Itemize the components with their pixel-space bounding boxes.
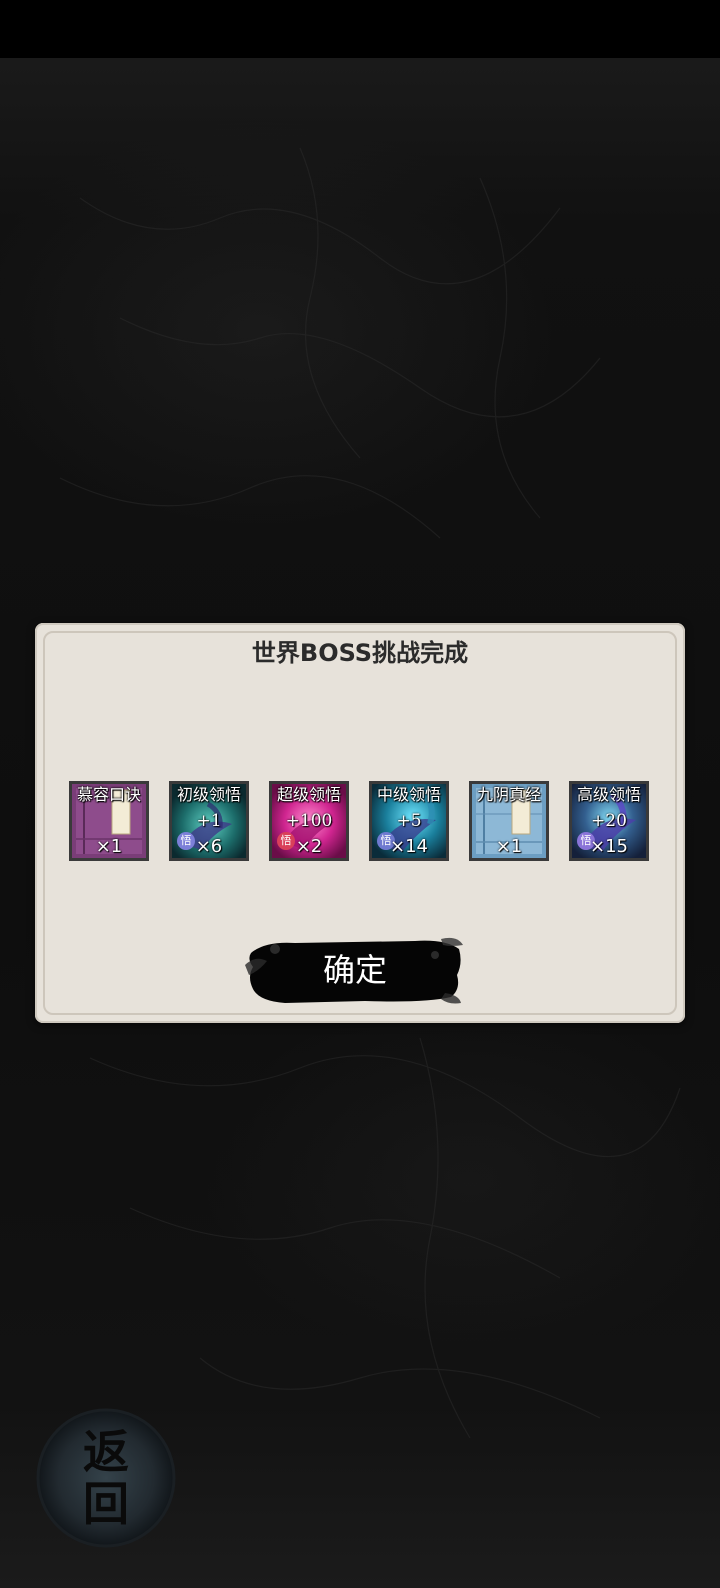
reward-name: 超级领悟 <box>276 785 341 804</box>
status-bar <box>0 0 720 58</box>
reward-item[interactable]: 慕容口诀 ×1 <box>69 781 149 861</box>
reward-count: ×1 <box>95 836 123 857</box>
reward-list: 慕容口诀 ×1 悟 初级领悟 +1 ×6 悟 超级领悟 +100 ×2 悟 中级… <box>69 781 659 863</box>
reward-name: 初级领悟 <box>176 785 241 804</box>
reward-count: ×2 <box>295 836 323 857</box>
reward-bonus: +100 <box>285 811 333 831</box>
reward-count: ×6 <box>195 836 223 857</box>
reward-bonus: +1 <box>196 811 222 831</box>
reward-count: ×14 <box>390 836 428 857</box>
reward-name: 慕容口诀 <box>76 785 141 804</box>
back-label-line2: 回 <box>83 1477 129 1531</box>
reward-name: 中级领悟 <box>376 785 441 804</box>
reward-dialog: 世界BOSS挑战完成 慕容口诀 ×1 悟 初级领悟 +1 ×6 悟 超级领悟 +… <box>35 623 685 1023</box>
reward-item[interactable]: 悟 高级领悟 +20 ×15 <box>569 781 649 861</box>
reward-item[interactable]: 悟 超级领悟 +100 ×2 <box>269 781 349 861</box>
reward-bonus: +5 <box>396 811 422 831</box>
back-button[interactable]: 返 回 <box>36 1408 176 1548</box>
game-screen: 世界BOSS挑战完成 慕容口诀 ×1 悟 初级领悟 +1 ×6 悟 超级领悟 +… <box>0 0 720 1588</box>
confirm-button[interactable]: 确定 <box>245 935 465 1005</box>
confirm-label: 确定 <box>322 951 387 989</box>
dialog-title: 世界BOSS挑战完成 <box>251 639 469 667</box>
reward-name: 九阴真经 <box>476 785 541 804</box>
back-label: 返 回 <box>36 1426 176 1530</box>
reward-count: ×1 <box>495 836 523 857</box>
reward-name: 高级领悟 <box>576 785 641 804</box>
reward-item[interactable]: 悟 中级领悟 +5 ×14 <box>369 781 449 861</box>
back-label-line1: 返 <box>83 1425 129 1479</box>
reward-item[interactable]: 悟 初级领悟 +1 ×6 <box>169 781 249 861</box>
reward-bonus: +20 <box>591 811 627 831</box>
reward-count: ×15 <box>590 836 628 857</box>
reward-item[interactable]: 九阴真经 ×1 <box>469 781 549 861</box>
